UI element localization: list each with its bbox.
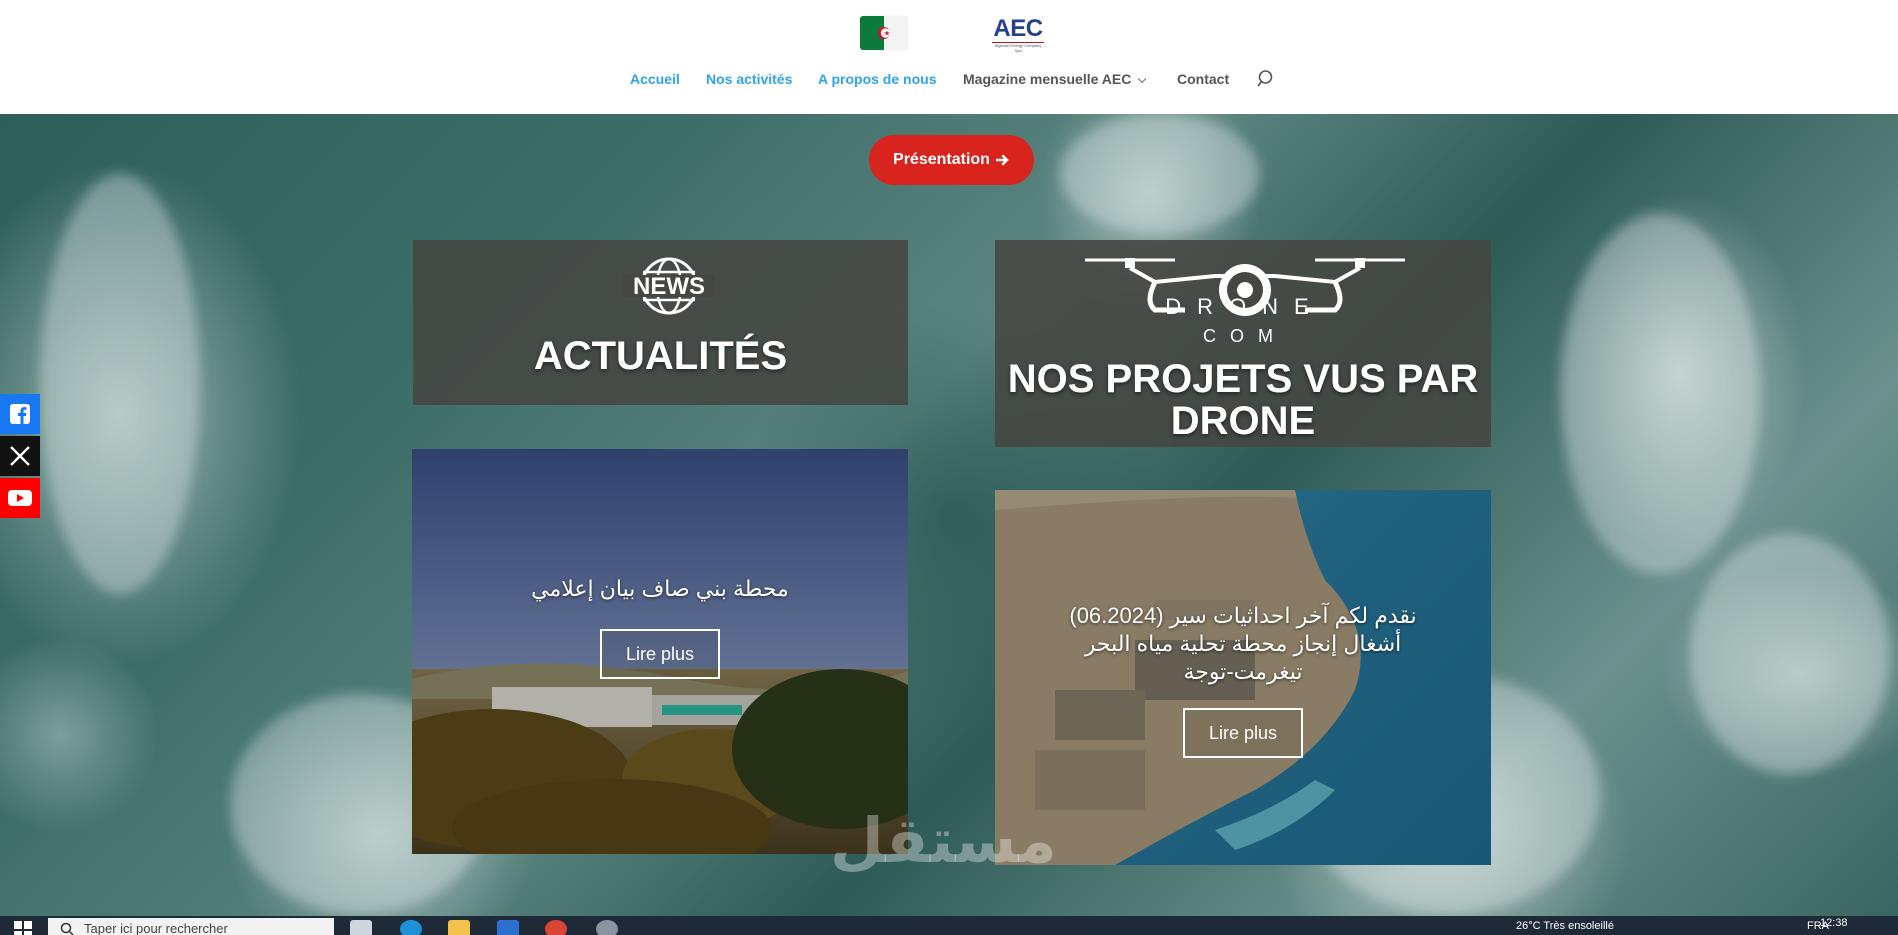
aec-logo[interactable]: AEC Algerian Energy Company Spa [990,15,1046,53]
weather-status: 26°C Très ensoleillé [1516,920,1614,932]
beni-saf-card[interactable]: محطة بني صاف بيان إعلامي Lire plus [412,449,908,854]
windows-taskbar: Taper ici pour rechercher 26°C Très enso… [0,916,1898,935]
presentation-button-label: Présentation [893,151,990,168]
main-nav: Accueil Nos activités A propos de nous M… [0,70,1898,90]
wave-foam [1560,214,1760,574]
wave-foam [1690,534,1890,774]
beni-saf-card-text: محطة بني صاف بيان إعلامي [531,576,789,601]
tighremt-card[interactable]: نقدم لكم آخر احداثيات سير (06.2024) أشغا… [995,490,1491,865]
taskbar-tray[interactable]: 26°C Très ensoleillé FRA [1516,920,1829,932]
aec-logo-text: AEC [993,15,1043,42]
search-icon[interactable] [1257,69,1277,89]
windows-start-icon[interactable] [14,921,32,935]
aec-logo-tagline: Algerian Energy Company Spa [992,42,1044,53]
wave-foam [40,174,200,594]
beni-saf-read-more-button[interactable]: Lire plus [600,629,720,679]
file-explorer-icon[interactable] [448,920,470,935]
drone-icon: DRONE COM [1085,258,1405,346]
drone-title: NOS PROJETS VUS PAR DRONE [1007,357,1479,443]
taskbar-search-icon [60,922,74,935]
drone-panel: DRONE COM NOS PROJETS VUS PAR DRONE [995,240,1491,447]
algeria-flag-logo[interactable] [860,16,908,50]
drone-icon-subtext: COM [1203,326,1287,346]
news-globe-icon: NEWS [623,257,715,315]
watermark-text: مستقل [830,807,1057,876]
site-header: AEC Algerian Energy Company Spa Accueil … [0,0,1898,114]
tighremt-read-more-button[interactable]: Lire plus [1183,708,1303,758]
nav-item-nos-activites[interactable]: Nos activités [706,70,792,88]
facebook-icon [10,404,30,424]
facebook-share-button[interactable] [0,394,40,434]
presentation-button[interactable]: Présentation [869,135,1034,185]
chevron-down-icon [1138,74,1147,84]
wave-foam [1060,114,1260,234]
chrome-browser-icon[interactable] [545,920,567,935]
news-icon-text: NEWS [633,273,705,300]
settings-gear-icon[interactable] [596,920,618,935]
x-icon [10,446,30,466]
youtube-icon [8,490,32,506]
nav-item-contact[interactable]: Contact [1177,70,1229,88]
arrow-right-icon [995,154,1009,166]
news-panel: NEWS ACTUALITÉS [413,240,908,405]
drone-icon-text: DRONE [1165,294,1324,319]
nav-item-accueil[interactable]: Accueil [630,70,680,88]
store-icon[interactable] [497,920,519,935]
hero-section: Présentation NEWS ACTUALITÉS DRONE COM N… [0,114,1898,916]
tighremt-card-text: نقدم لكم آخر احداثيات سير (06.2024) أشغا… [1069,603,1417,684]
task-view-icon[interactable] [350,920,372,935]
taskbar-clock[interactable]: 12:38 [1820,917,1848,929]
taskbar-search-input[interactable]: Taper ici pour rechercher [48,918,334,935]
x-share-button[interactable] [0,436,40,476]
nav-item-magazine-label: Magazine mensuelle AEC [963,71,1132,87]
nav-item-magazine[interactable]: Magazine mensuelle AEC [963,70,1147,88]
edge-browser-icon[interactable] [400,920,422,935]
actualites-title: ACTUALITÉS [533,334,788,378]
youtube-share-button[interactable] [0,478,40,518]
nav-item-a-propos[interactable]: A propos de nous [818,70,936,88]
crescent-star-icon [878,27,891,39]
